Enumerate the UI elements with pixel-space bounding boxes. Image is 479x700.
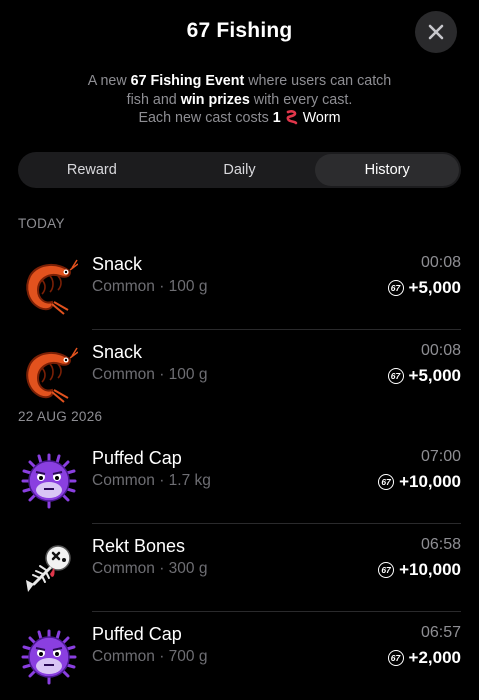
fish-bones-icon (26, 545, 71, 592)
tab-bar: Reward Daily History (18, 152, 461, 188)
shrimp-icon (26, 347, 78, 403)
coin-67-icon: 67 (378, 474, 395, 490)
catch-time: 00:08 (420, 342, 461, 359)
catch-name: Rekt Bones (92, 536, 186, 556)
tab-history[interactable]: History (315, 154, 460, 186)
catch-meta: Common · 700 g (92, 648, 208, 665)
section-header-date: 22 AUG 2026 (18, 409, 103, 424)
catch-reward: 67 +5,000 (387, 278, 461, 298)
catch-reward: 67 +2,000 (387, 648, 461, 668)
catch-name: Snack (92, 254, 143, 274)
catch-name: Puffed Cap (92, 624, 182, 644)
coin-67-icon: 67 (378, 562, 395, 578)
page-title: 67 Fishing (186, 19, 293, 42)
list-item[interactable]: Puffed Cap Common · 700 g 06:57 67 +2,00… (0, 612, 479, 700)
catch-meta: Common · 300 g (92, 560, 208, 577)
pufferfish-icon (21, 453, 77, 509)
section-header-today: TODAY (18, 216, 65, 231)
worm-icon (286, 110, 297, 125)
catch-meta: Common · 1.7 kg (92, 472, 211, 489)
catch-time: 06:58 (420, 536, 461, 553)
catch-name: Snack (92, 342, 143, 362)
close-button[interactable] (415, 11, 457, 53)
event-description: A new 67 Fishing Event where users can c… (87, 73, 392, 126)
catch-reward: 67 +5,000 (387, 366, 461, 386)
list-item[interactable]: Puffed Cap Common · 1.7 kg 07:00 67 +10,… (0, 436, 479, 524)
coin-67-icon: 67 (387, 368, 404, 384)
catch-reward: 67 +10,000 (378, 560, 461, 580)
catch-name: Puffed Cap (92, 448, 182, 468)
list-item[interactable]: Rekt Bones Common · 300 g 06:58 67 +10,0… (0, 524, 479, 612)
shrimp-icon (26, 259, 78, 315)
close-icon (428, 24, 444, 40)
list-item[interactable]: Snack Common · 100 g 00:08 67 +5,000 (0, 242, 479, 330)
pufferfish-icon (21, 629, 77, 685)
tab-daily[interactable]: Daily (168, 154, 312, 186)
catch-meta: Common · 100 g (92, 278, 208, 295)
catch-meta: Common · 100 g (92, 366, 208, 383)
tab-reward[interactable]: Reward (20, 154, 164, 186)
header: 67 Fishing (0, 0, 479, 68)
coin-67-icon: 67 (387, 280, 404, 296)
catch-time: 07:00 (420, 448, 461, 465)
catch-reward: 67 +10,000 (378, 472, 461, 492)
catch-time: 00:08 (420, 254, 461, 271)
coin-67-icon: 67 (387, 650, 404, 666)
list-item[interactable]: Snack Common · 100 g 00:08 67 +5,000 (0, 330, 479, 418)
catch-time: 06:57 (420, 624, 461, 641)
